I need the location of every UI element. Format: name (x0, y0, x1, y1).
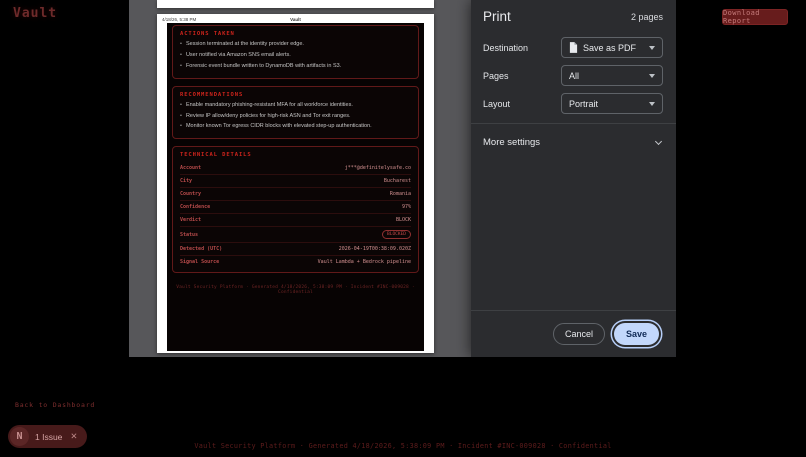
pdf-file-icon (569, 42, 578, 53)
destination-label: Destination (483, 43, 561, 53)
list-item: Forensic event bundle written to DynamoD… (180, 63, 411, 70)
list-item: Monitor known Tor egress CIDR blocks wit… (180, 123, 411, 130)
tech-row-value: BLOCK (396, 217, 411, 223)
page-header-title: Vault (157, 17, 434, 22)
table-row: Signal Source Vault Lambda + Bedrock pip… (180, 256, 411, 268)
table-row: Country Romania (180, 188, 411, 201)
pages-label: Pages (483, 71, 561, 81)
table-row: Verdict BLOCK (180, 214, 411, 227)
list-item: Review IP allow/deny policies for high-r… (180, 113, 411, 120)
page-count-label: 2 pages (631, 12, 663, 22)
preview-page-2: 4/18/26, 5:38 PM Vault ACTIONS TAKEN Ses… (157, 14, 434, 353)
layout-select[interactable]: Portrait (561, 93, 663, 114)
download-report-button[interactable]: Download Report (722, 9, 788, 25)
list-item: Enable mandatory phishing-resistant MFA … (180, 102, 411, 109)
tech-row-label: Confidence (180, 204, 210, 210)
table-row: City Bucharest (180, 175, 411, 188)
tech-row-label: Account (180, 165, 201, 171)
app-root: Vault Download Report Back to Dashboard … (0, 0, 806, 457)
dropdown-caret-icon (649, 74, 655, 78)
destination-value: Save as PDF (583, 43, 644, 53)
tech-row-label: Detected (UTC) (180, 246, 222, 252)
vault-logo: Vault (13, 6, 57, 21)
print-preview-area[interactable]: 4/18/26, 5:38 PM Vault ACTIONS TAKEN Ses… (129, 0, 471, 357)
status-badge: BLOCKED (382, 230, 411, 239)
preview-page-1-partial (157, 0, 434, 8)
destination-select[interactable]: Save as PDF (561, 37, 663, 58)
back-to-dashboard-link[interactable]: Back to Dashboard (15, 401, 95, 409)
status-footer: Vault Security Platform · Generated 4/18… (0, 442, 806, 450)
dropdown-caret-icon (649, 102, 655, 106)
table-row: Account j***@definitelysafe.co (180, 162, 411, 175)
print-dialog-title: Print (483, 9, 511, 24)
tech-row-value: Romania (390, 191, 411, 197)
save-button[interactable]: Save (614, 323, 659, 345)
layout-field: Layout Portrait (471, 93, 676, 114)
print-dialog-header: Print 2 pages (471, 0, 676, 24)
tech-row-value: Vault Lambda + Bedrock pipeline (318, 259, 411, 265)
actions-taken-card: ACTIONS TAKEN Session terminated at the … (172, 25, 419, 79)
recommendations-card: RECOMMENDATIONS Enable mandatory phishin… (172, 86, 419, 140)
dropdown-caret-icon (649, 46, 655, 50)
table-row: Confidence 97% (180, 201, 411, 214)
layout-label: Layout (483, 99, 561, 109)
issue-count-label: 1 Issue (35, 432, 62, 442)
chevron-down-icon (655, 137, 662, 144)
tech-row-label: Signal Source (180, 259, 219, 265)
technical-details-card: TECHNICAL DETAILS Account j***@definitel… (172, 146, 419, 273)
table-row: Status BLOCKED (180, 227, 411, 243)
more-settings-label: More settings (483, 137, 540, 148)
report-document: ACTIONS TAKEN Session terminated at the … (167, 23, 424, 351)
section-title: RECOMMENDATIONS (180, 92, 411, 98)
cancel-button[interactable]: Cancel (553, 323, 605, 345)
tech-row-value: 97% (402, 204, 411, 210)
section-title: ACTIONS TAKEN (180, 31, 411, 37)
more-settings-toggle[interactable]: More settings (471, 137, 676, 148)
table-row: Detected (UTC) 2026-04-19T00:38:09.020Z (180, 243, 411, 256)
print-dialog: Print 2 pages Destination Save as PDF Pa… (471, 0, 676, 357)
section-title: TECHNICAL DETAILS (180, 152, 411, 158)
tech-row-value: 2026-04-19T00:38:09.020Z (339, 246, 411, 252)
pages-value: All (569, 71, 644, 81)
layout-value: Portrait (569, 99, 644, 109)
tech-row-value: Bucharest (384, 178, 411, 184)
list-item: Session terminated at the identity provi… (180, 41, 411, 48)
list-item: User notified via Amazon SNS email alert… (180, 52, 411, 59)
print-page-header: 4/18/26, 5:38 PM Vault (157, 14, 434, 23)
dialog-footer: Cancel Save (471, 310, 676, 357)
dialog-divider (471, 123, 676, 124)
pages-select[interactable]: All (561, 65, 663, 86)
tech-row-label: Country (180, 191, 201, 197)
close-icon[interactable]: ✕ (70, 431, 77, 442)
pages-field: Pages All (471, 65, 676, 86)
report-footer-line: Vault Security Platform · Generated 4/18… (172, 285, 419, 295)
tech-row-label: Status (180, 232, 198, 238)
destination-field: Destination Save as PDF (471, 37, 676, 58)
tech-row-label: Verdict (180, 217, 201, 223)
tech-row-label: City (180, 178, 192, 184)
tech-row-value: j***@definitelysafe.co (345, 165, 411, 171)
